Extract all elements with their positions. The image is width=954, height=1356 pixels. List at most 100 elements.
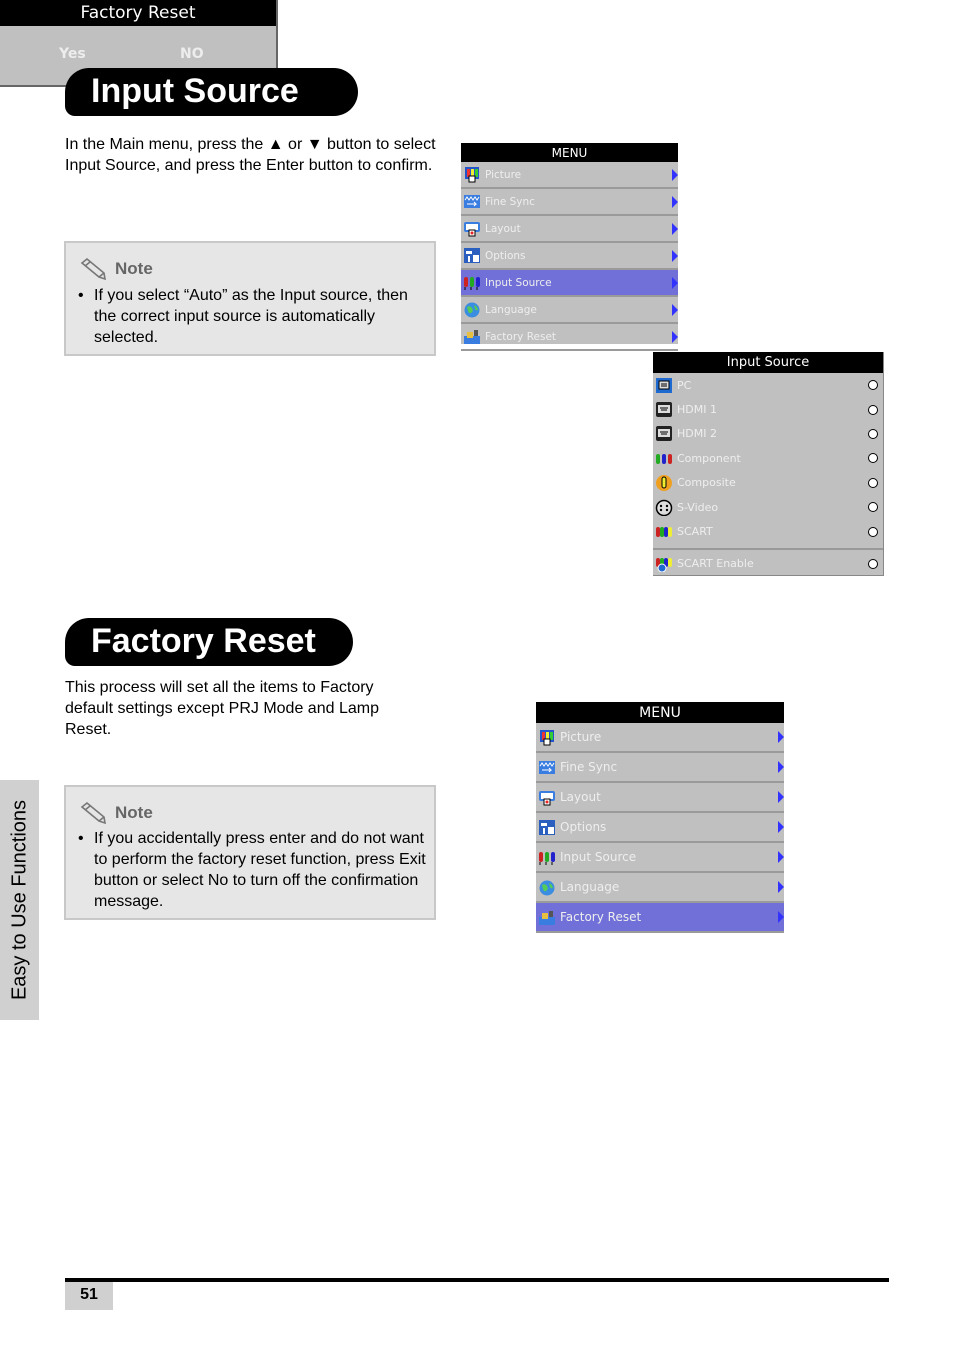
scart-enable-icon [655, 555, 673, 573]
osd-item-fine-sync[interactable]: Fine Sync [536, 753, 784, 783]
osd-item-label: HDMI 1 [677, 403, 717, 417]
chevron-right-icon [672, 276, 678, 289]
no-button[interactable]: NO [180, 46, 204, 62]
osd-item-label: Language [485, 303, 537, 316]
osd-item-label: SCART [677, 525, 713, 539]
note-text: If you select “Auto” as the Input source… [94, 287, 408, 346]
radio-button[interactable] [868, 428, 878, 439]
osd-item-label: Component [677, 451, 741, 465]
input-source-icon [538, 849, 556, 866]
osd-item-label: Options [485, 249, 526, 262]
page-number: 51 [65, 1282, 113, 1310]
chevron-right-icon [778, 731, 784, 743]
osd-item-label: Factory Reset [485, 330, 557, 343]
radio-button[interactable] [868, 526, 878, 537]
osd-item-picture[interactable]: Picture [536, 723, 784, 753]
osd-item-label: HDMI 2 [677, 427, 717, 441]
osd-item-language[interactable]: Language [536, 873, 784, 903]
chevron-right-icon [778, 821, 784, 833]
osd-item-fine-sync[interactable]: Fine Sync [461, 189, 678, 216]
chevron-right-icon [672, 222, 678, 235]
osd-item-composite[interactable]: Composite [653, 471, 883, 495]
fine-sync-icon [538, 759, 556, 776]
input-source-icon [463, 274, 481, 291]
osd-item-component[interactable]: Component [653, 446, 883, 470]
osd-divider [653, 547, 883, 550]
language-globe-icon [538, 879, 556, 896]
picture-icon [463, 166, 481, 183]
factory-reset-description: This process will set all the items to F… [65, 679, 379, 738]
osd-item-input-source[interactable]: Input Source [536, 843, 784, 873]
factory-reset-icon [463, 328, 481, 345]
note-label: Note [115, 259, 153, 278]
side-tab-label: Easy to Use Functions [8, 799, 30, 1001]
note-text: If you accidentally press enter and do n… [94, 830, 426, 910]
side-tab: Easy to Use Functions [0, 780, 39, 1020]
osd-item-pc[interactable]: PC [653, 373, 883, 397]
osd-menu-header: MENU [536, 702, 784, 723]
osd-item-factory-reset[interactable]: Factory Reset [536, 903, 784, 933]
osd-item-factory-reset[interactable]: Factory Reset [461, 324, 678, 351]
osd-item-label: Factory Reset [560, 910, 642, 924]
note-label: Note [115, 803, 153, 822]
osd-item-label: Layout [485, 222, 521, 235]
osd-item-label: PC [677, 378, 692, 392]
osd-item-picture[interactable]: Picture [461, 162, 678, 189]
chevron-right-icon [672, 195, 678, 208]
osd-item-options[interactable]: Options [461, 243, 678, 270]
options-icon [538, 819, 556, 836]
pencil-icon [80, 801, 107, 825]
radio-button[interactable] [868, 453, 878, 464]
osd-item-hdmi-2[interactable]: HDMI 2 [653, 422, 883, 446]
footer-rule [65, 1278, 889, 1282]
osd-item-language[interactable]: Language [461, 297, 678, 324]
osd-item-label: Fine Sync [485, 195, 535, 208]
yes-button[interactable]: Yes [59, 46, 86, 62]
layout-icon [463, 220, 481, 237]
osd-item-label: Fine Sync [560, 760, 618, 774]
pc-icon [655, 377, 673, 394]
radio-button[interactable] [868, 404, 878, 415]
osd-item-layout[interactable]: Layout [461, 216, 678, 243]
osd-item-s-video[interactable]: S-Video [653, 495, 883, 519]
osd-item-scart[interactable]: SCART [653, 519, 883, 543]
fine-sync-icon [463, 193, 481, 210]
osd-item-options[interactable]: Options [536, 813, 784, 843]
note-box-input-source: Note • If you select “Auto” as the Input… [64, 241, 436, 356]
radio-button[interactable] [868, 477, 878, 488]
osd-item-label: Options [560, 820, 607, 834]
section-title-factory-reset: Factory Reset [65, 618, 353, 666]
osd-item-label: Picture [485, 168, 522, 181]
osd-item-scart-enable[interactable]: SCART Enable [653, 552, 883, 576]
note-box-factory-reset: Note • If you accidentally press enter a… [64, 785, 436, 920]
chevron-right-icon [672, 303, 678, 316]
pencil-icon [80, 257, 107, 281]
component-icon [655, 450, 673, 467]
picture-icon [538, 729, 556, 746]
section-title-input-source: Input Source [65, 68, 358, 116]
chevron-right-icon [672, 249, 678, 262]
osd-item-label: SCART Enable [677, 557, 754, 571]
osd-main-menu-factory-reset: MENU Picture Fine Sync Layout Options Input … [536, 702, 784, 933]
hdmi-icon [655, 401, 673, 418]
osd-input-source-submenu: Input Source PC HDMI 1 HDMI 2 Component Comp… [653, 352, 884, 576]
chevron-right-icon [778, 851, 784, 863]
chevron-right-icon [672, 168, 678, 181]
chevron-right-icon [778, 761, 784, 773]
osd-main-menu-input-source: MENU Picture Fine Sync Layout Options Input … [461, 143, 678, 351]
chevron-right-icon [778, 881, 784, 893]
osd-item-layout[interactable]: Layout [536, 783, 784, 813]
osd-menu-header: MENU [461, 143, 678, 162]
osd-item-input-source[interactable]: Input Source [461, 270, 678, 297]
chevron-right-icon [672, 330, 678, 343]
osd-item-label: Input Source [560, 850, 637, 864]
options-icon [463, 247, 481, 264]
radio-button[interactable] [868, 380, 878, 391]
bullet: • [78, 287, 84, 304]
osd-item-hdmi-1[interactable]: HDMI 1 [653, 397, 883, 421]
chevron-right-icon [778, 791, 784, 803]
dialog-header: Factory Reset [0, 0, 276, 26]
radio-button[interactable] [868, 502, 878, 513]
hdmi-icon [655, 425, 673, 442]
radio-button[interactable] [868, 558, 878, 569]
